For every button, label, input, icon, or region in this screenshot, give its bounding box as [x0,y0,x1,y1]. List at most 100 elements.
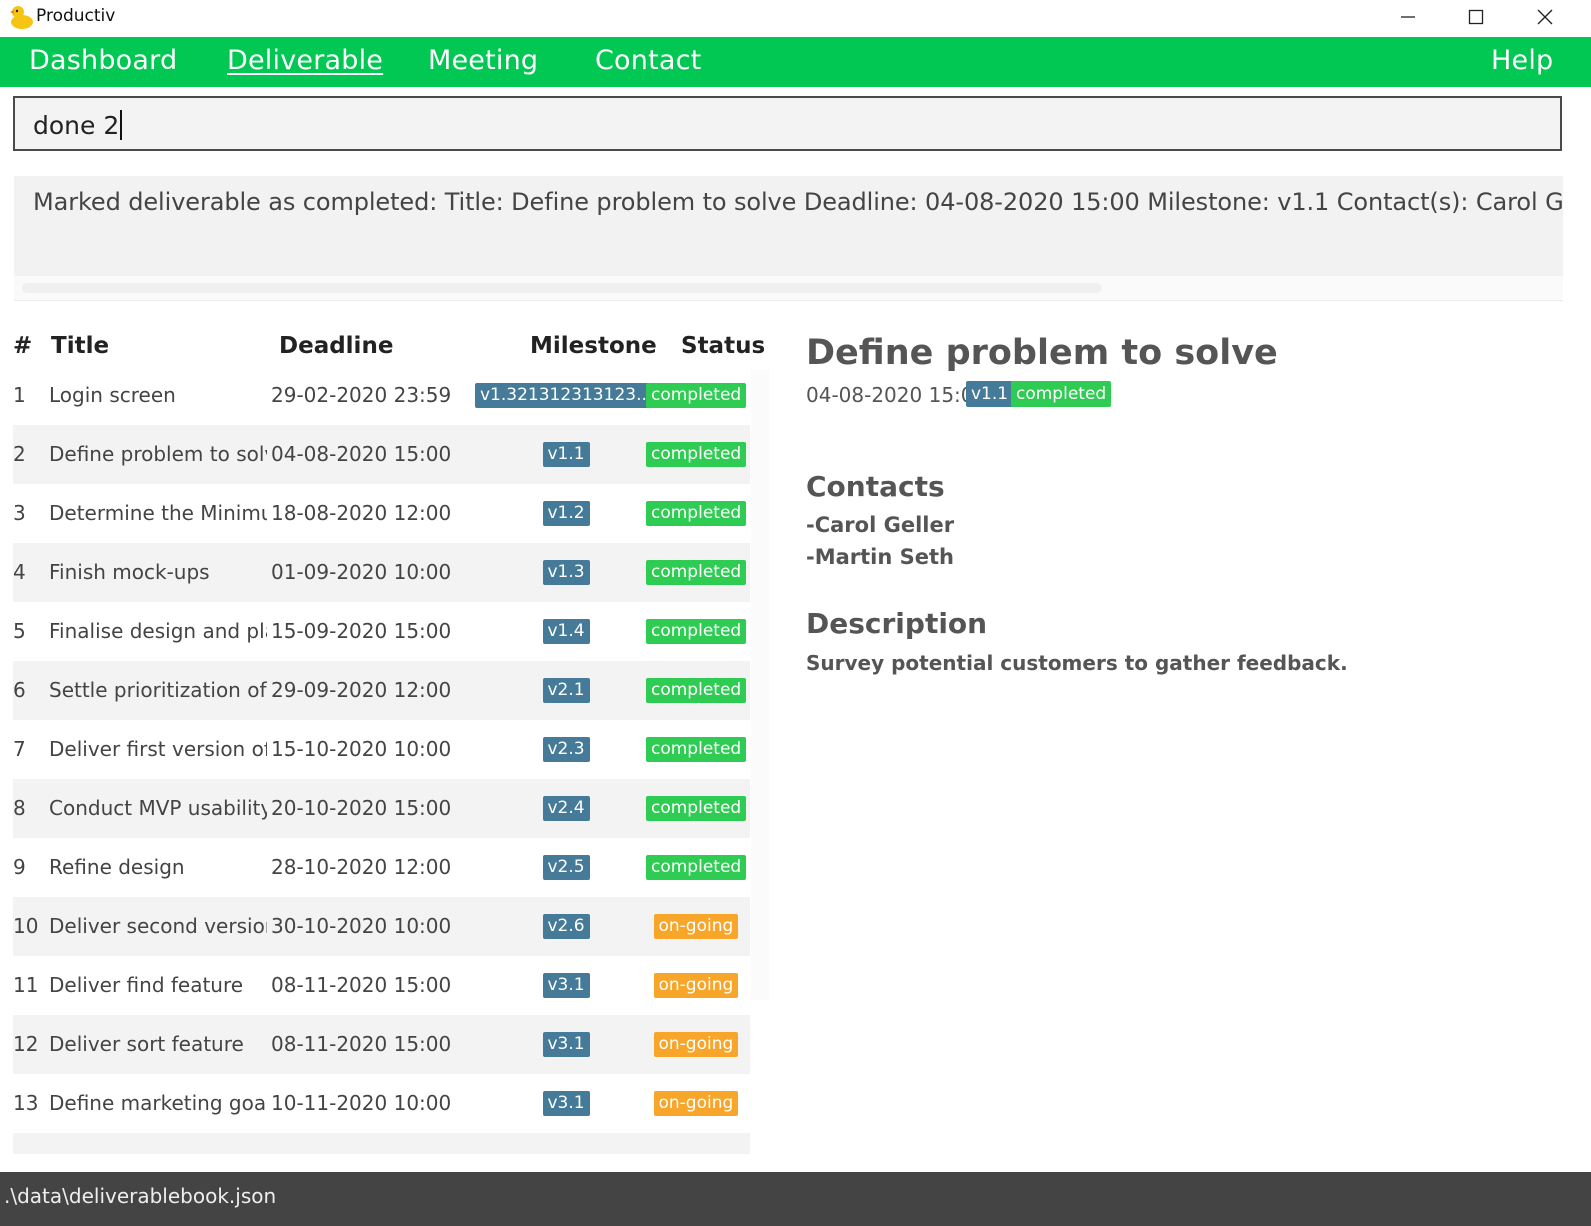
table-row[interactable]: 8 Conduct MVP usability t...20-10-2020 15… [13,779,750,838]
detail-milestone-badge: v1.1 [966,381,1014,407]
row-deadline: 30-10-2020 10:00 [271,914,452,938]
milestone-badge: v3.1 [542,1091,590,1116]
row-index: 2 [13,442,26,466]
table-row[interactable]: 6 Settle prioritization of fe...29-09-202… [13,661,750,720]
status-badge: on-going [653,973,739,998]
menu-item-dashboard[interactable]: Dashboard [29,45,177,76]
menu-item-meeting[interactable]: Meeting [428,45,538,76]
column-header-deadline: Deadline [279,333,394,359]
result-display: Marked deliverable as completed: Title: … [14,176,1563,276]
row-title: Deliver sort feature [49,1032,244,1056]
row-title: Finish mock-ups [49,560,210,584]
table-row[interactable]: 10 Deliver second version ...30-10-2020 1… [13,897,750,956]
column-header-milestone: Milestone [530,333,657,359]
maximize-icon [1468,9,1484,25]
result-scrollbar-thumb[interactable] [22,283,1102,293]
status-badge: completed [646,796,747,821]
table-row[interactable]: 9 Refine design 28-10-2020 12:00 v2.5 comple… [13,838,750,897]
table-row[interactable] [13,1133,750,1154]
table-row[interactable]: 1 Login screen 29-02-2020 23:59 v1.32131231… [13,366,750,425]
status-badge: completed [646,619,747,644]
contacts-heading: Contacts [806,470,945,503]
table-row[interactable]: 11 Deliver find feature 08-11-2020 15:00 v3… [13,956,750,1015]
row-deadline: 15-09-2020 15:00 [271,619,452,643]
row-index: 7 [13,737,26,761]
status-badge: on-going [653,1032,739,1057]
row-deadline: 10-11-2020 10:00 [271,1091,452,1115]
row-index: 1 [13,383,26,407]
row-deadline: 29-02-2020 23:59 [271,383,452,407]
row-title: Refine design [49,855,185,879]
row-deadline: 08-11-2020 15:00 [271,973,452,997]
status-badge: on-going [653,1091,739,1116]
status-badge: completed [646,442,747,467]
detail-status-badge: completed [1011,381,1112,407]
close-button[interactable] [1511,0,1579,34]
row-deadline: 08-11-2020 15:00 [271,1032,452,1056]
description-text: Survey potential customers to gather fee… [806,651,1348,675]
status-badge: completed [646,737,747,762]
menu-bar: Dashboard Deliverable Meeting Contact He… [0,37,1591,87]
command-input-value: done 2 [33,111,120,140]
milestone-badge: v1.2 [542,501,590,526]
milestone-badge: v1.1 [542,442,590,467]
status-bar: .\data\deliverablebook.json [0,1172,1591,1226]
row-index: 5 [13,619,26,643]
row-index: 11 [13,973,39,997]
duck-icon [8,3,34,31]
row-index: 6 [13,678,26,702]
row-deadline: 15-10-2020 10:00 [271,737,452,761]
status-badge: completed [646,560,747,585]
status-badge: completed [646,383,747,408]
milestone-badge: v2.3 [542,737,590,762]
menu-item-deliverable[interactable]: Deliverable [227,45,383,76]
row-deadline: 29-09-2020 12:00 [271,678,452,702]
milestone-badge: v2.1 [542,678,590,703]
row-title: Deliver find feature [49,973,244,997]
minimize-button[interactable] [1374,0,1442,34]
row-deadline: 28-10-2020 12:00 [271,855,452,879]
row-title: Login screen [49,383,176,407]
row-index: 10 [13,914,39,938]
row-title: Finalise design and plan [49,619,267,643]
table-row[interactable]: 2 Define problem to solve 04-08-2020 15:00… [13,425,750,484]
table-row[interactable]: 5 Finalise design and plan 15-09-2020 15:0… [13,602,750,661]
command-input[interactable]: done 2 [13,96,1562,151]
row-title: Deliver first version of ... [49,737,267,761]
row-title: Conduct MVP usability t... [49,796,267,820]
description-heading: Description [806,607,988,640]
row-index: 13 [13,1091,39,1115]
row-index: 8 [13,796,26,820]
table-row[interactable]: 13 Define marketing goals 10-11-2020 10:00… [13,1074,750,1133]
minimize-icon [1401,16,1415,18]
maximize-button[interactable] [1442,0,1510,34]
milestone-badge: v1.3 [542,560,590,585]
contact-item: -Martin Seth [806,545,954,569]
row-index: 12 [13,1032,39,1056]
table-row[interactable]: 12 Deliver sort feature 08-11-2020 15:00 v3… [13,1015,750,1074]
result-scrollbar[interactable] [14,276,1563,301]
deliverable-list[interactable]: 1 Login screen 29-02-2020 23:59 v1.3 2 13 12 3 1… [13,366,750,1154]
row-title: Define problem to solve [49,442,267,466]
row-deadline: 04-08-2020 15:00 [271,442,452,466]
milestone-badge: v3.1 [542,1032,590,1057]
table-row[interactable]: 4 Finish mock-ups 01-09-2020 10:00 v1.3 comp… [13,543,750,602]
menu-item-contact[interactable]: Contact [595,45,701,76]
column-header-index: # [13,333,33,359]
result-message: Marked deliverable as completed: Title: … [33,188,1563,216]
row-deadline: 20-10-2020 15:00 [271,796,452,820]
row-title: Determine the Minimu... [49,501,267,525]
deliverable-list-scrollbar[interactable] [751,370,769,1000]
title-bar: Productiv [0,0,1591,36]
window-title: Productiv [36,6,116,26]
table-row[interactable]: 7 Deliver first version of ...15-10-2020 … [13,720,750,779]
table-row[interactable]: 3 Determine the Minimu...18-08-2020 12:00… [13,484,750,543]
row-index: 3 [13,501,26,525]
status-badge: completed [646,855,747,880]
row-title: Deliver second version ... [49,914,267,938]
menu-item-help[interactable]: Help [1491,45,1553,76]
column-header-title: Title [51,333,110,359]
status-badge: on-going [653,914,739,939]
row-title: Define marketing goals [49,1091,267,1115]
row-deadline: 18-08-2020 12:00 [271,501,452,525]
